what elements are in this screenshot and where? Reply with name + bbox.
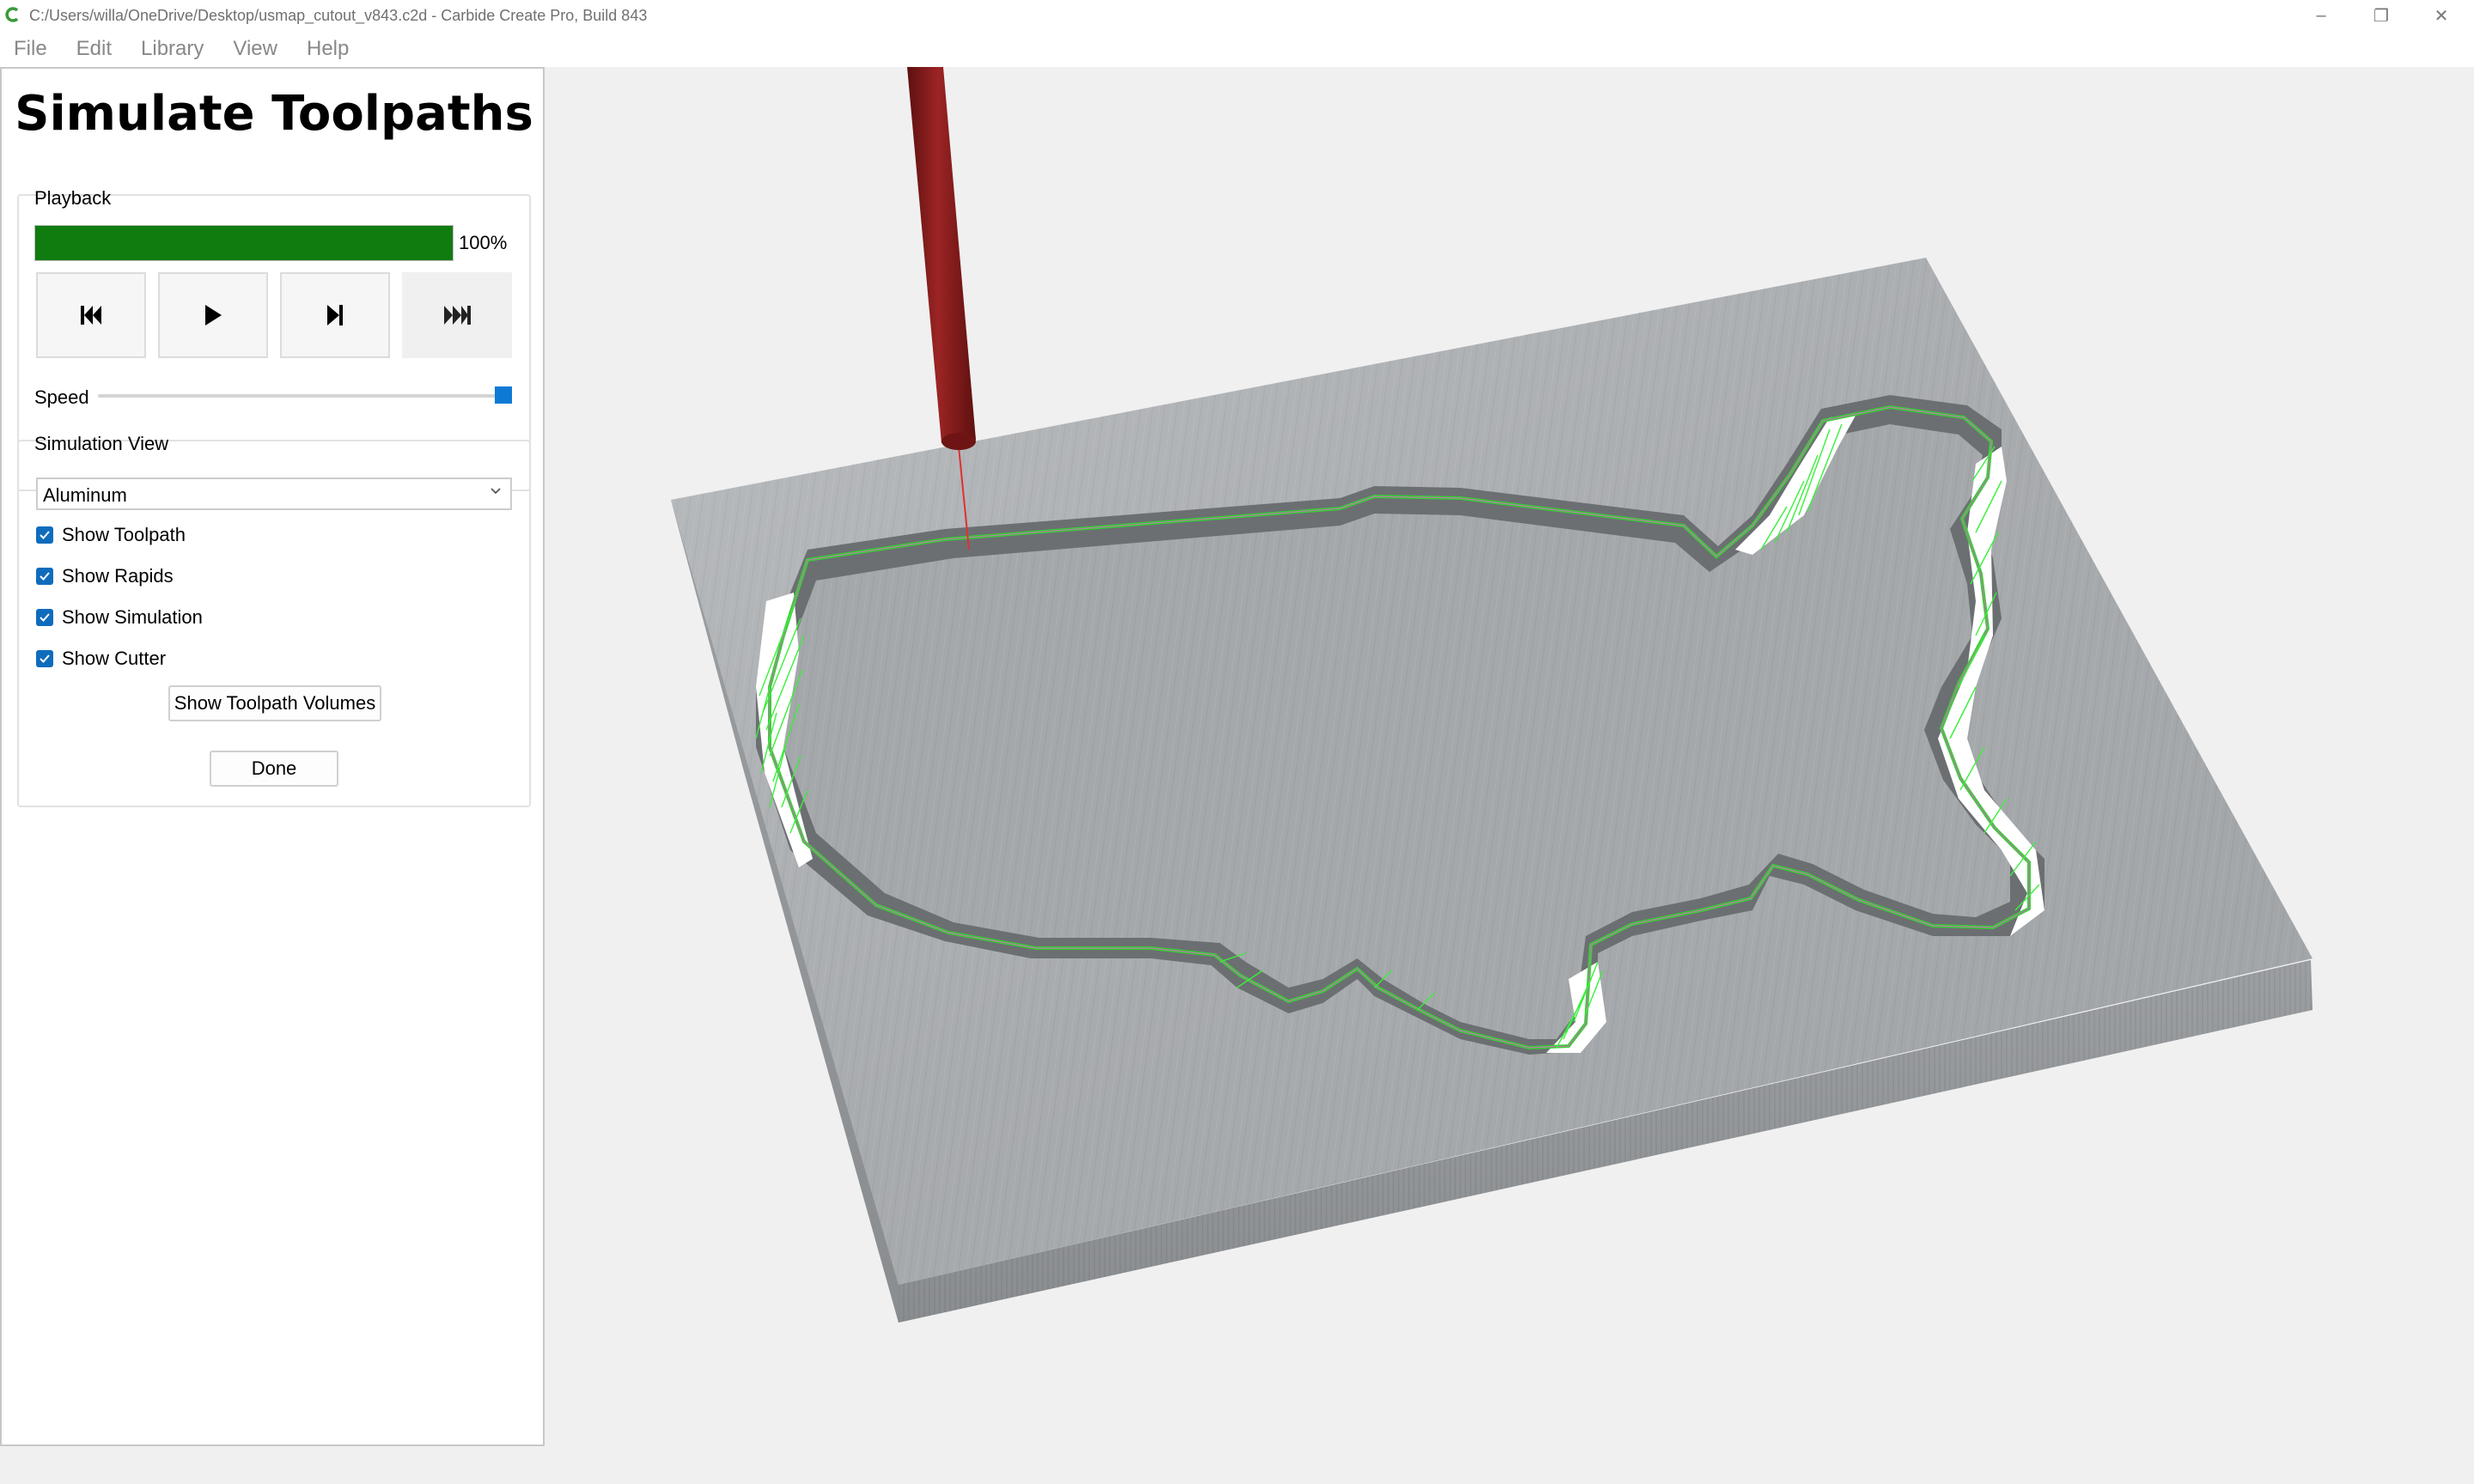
simulation-viewport[interactable] [546,67,2474,1446]
minimize-icon: – [2316,5,2326,25]
skip-to-end-icon [444,306,471,325]
show-simulation-label: Show Simulation [62,606,203,628]
done-button[interactable]: Done [210,751,338,787]
menu-help[interactable]: Help [293,31,364,67]
speed-label: Speed [34,386,89,408]
show-cutter-label: Show Cutter [62,648,167,669]
skip-to-end-button[interactable] [402,272,512,358]
progress-percent: 100% [459,232,508,253]
restore-button[interactable]: ❐ [2352,0,2410,31]
simulation-view-label: Simulation View [34,433,169,454]
menu-bar: File Edit Library View Help [0,31,2474,67]
speed-slider-track[interactable] [98,394,512,398]
status-bar [0,1446,2474,1484]
panel-title: Simulate Toolpaths [15,86,533,142]
material-value: Aluminum [43,484,127,506]
show-rapids-label: Show Rapids [62,565,174,587]
restore-icon: ❐ [2373,6,2389,26]
checkbox-checked-icon [36,526,53,544]
menu-file[interactable]: File [0,31,63,67]
minimize-button[interactable]: – [2292,0,2350,31]
skip-to-start-icon [81,306,101,325]
menu-library[interactable]: Library [127,31,219,67]
chevron-down-icon [490,484,502,500]
show-rapids-checkbox[interactable]: Show Rapids [36,565,174,587]
play-button[interactable] [158,272,268,358]
close-icon: ✕ [2434,6,2449,26]
speed-slider-thumb[interactable] [495,386,512,404]
title-bar: C:/Users/willa/OneDrive/Desktop/usmap_cu… [0,0,2474,31]
menu-view[interactable]: View [219,31,293,67]
cutter-tip [941,433,976,450]
playback-progress-bar [34,225,454,261]
progress-fill [35,226,453,260]
menu-edit[interactable]: Edit [63,31,127,67]
show-toolpath-label: Show Toolpath [62,524,186,545]
simulate-toolpaths-panel: Simulate Toolpaths Playback 100% Speed S… [0,67,545,1446]
carbide-create-logo-icon [5,7,19,22]
playback-label: Playback [34,187,112,209]
close-button[interactable]: ✕ [2412,0,2471,31]
checkbox-checked-icon [36,650,53,667]
show-simulation-checkbox[interactable]: Show Simulation [36,606,203,629]
show-cutter-checkbox[interactable]: Show Cutter [36,648,166,670]
rewind-button[interactable] [36,272,146,358]
play-icon [205,305,222,325]
step-forward-icon [327,305,343,325]
checkbox-checked-icon [36,568,53,585]
show-toolpath-volumes-button[interactable]: Show Toolpath Volumes [168,685,381,721]
step-forward-button[interactable] [280,272,390,358]
cutter-body [907,67,976,443]
material-dropdown[interactable]: Aluminum [36,477,512,510]
checkbox-checked-icon [36,609,53,626]
show-toolpath-checkbox[interactable]: Show Toolpath [36,524,186,546]
window-title: C:/Users/willa/OneDrive/Desktop/usmap_cu… [29,7,648,24]
